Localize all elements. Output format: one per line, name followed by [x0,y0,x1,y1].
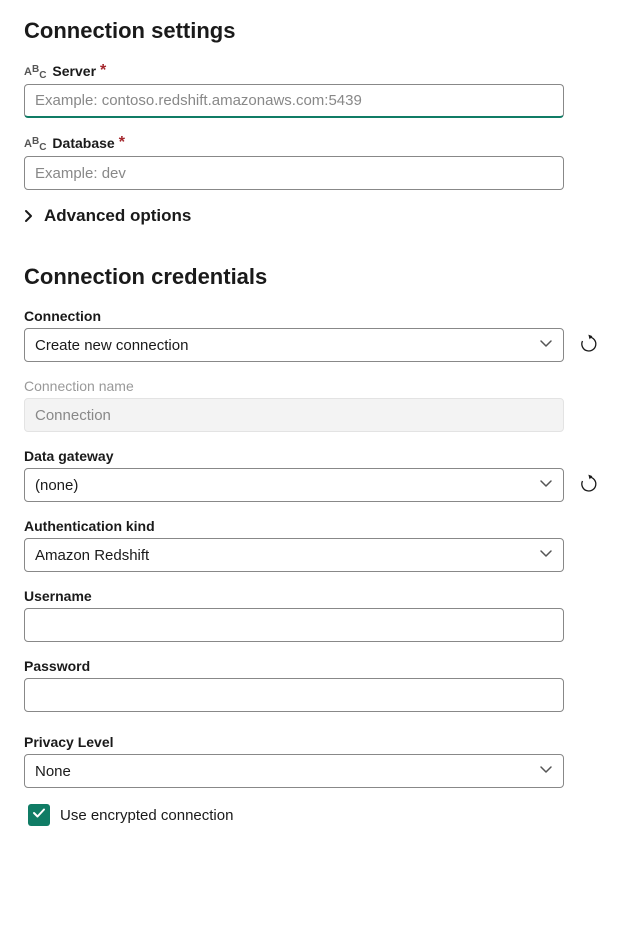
privacy-level-label: Privacy Level [24,734,114,750]
connection-name-label: Connection name [24,378,134,394]
auth-kind-select[interactable] [24,538,564,572]
refresh-icon [579,474,599,497]
username-label: Username [24,588,92,604]
refresh-gateway-button[interactable] [578,468,600,502]
text-type-icon: ABC [24,139,46,150]
connection-name-input [24,398,564,432]
text-type-icon: ABC [24,67,46,78]
password-input[interactable] [24,678,564,712]
refresh-connection-button[interactable] [578,328,600,362]
settings-section-title: Connection settings [24,18,600,44]
required-star-icon: * [100,62,106,80]
advanced-options-label: Advanced options [44,206,191,226]
username-input[interactable] [24,608,564,642]
encrypted-connection-label: Use encrypted connection [60,807,233,824]
data-gateway-label: Data gateway [24,448,113,464]
advanced-options-expander[interactable]: Advanced options [24,206,600,226]
auth-kind-label: Authentication kind [24,518,155,534]
data-gateway-select[interactable] [24,468,564,502]
server-label: Server [52,63,96,79]
database-input[interactable] [24,156,564,190]
refresh-icon [579,334,599,357]
connection-label: Connection [24,308,101,324]
required-star-icon: * [119,134,125,152]
credentials-section-title: Connection credentials [24,264,600,290]
encrypted-connection-checkbox[interactable] [28,804,50,826]
privacy-level-select[interactable] [24,754,564,788]
connection-select[interactable] [24,328,564,362]
password-label: Password [24,658,90,674]
server-input[interactable] [24,84,564,118]
check-icon [32,806,46,825]
chevron-right-icon [24,209,34,223]
database-label: Database [52,135,114,151]
